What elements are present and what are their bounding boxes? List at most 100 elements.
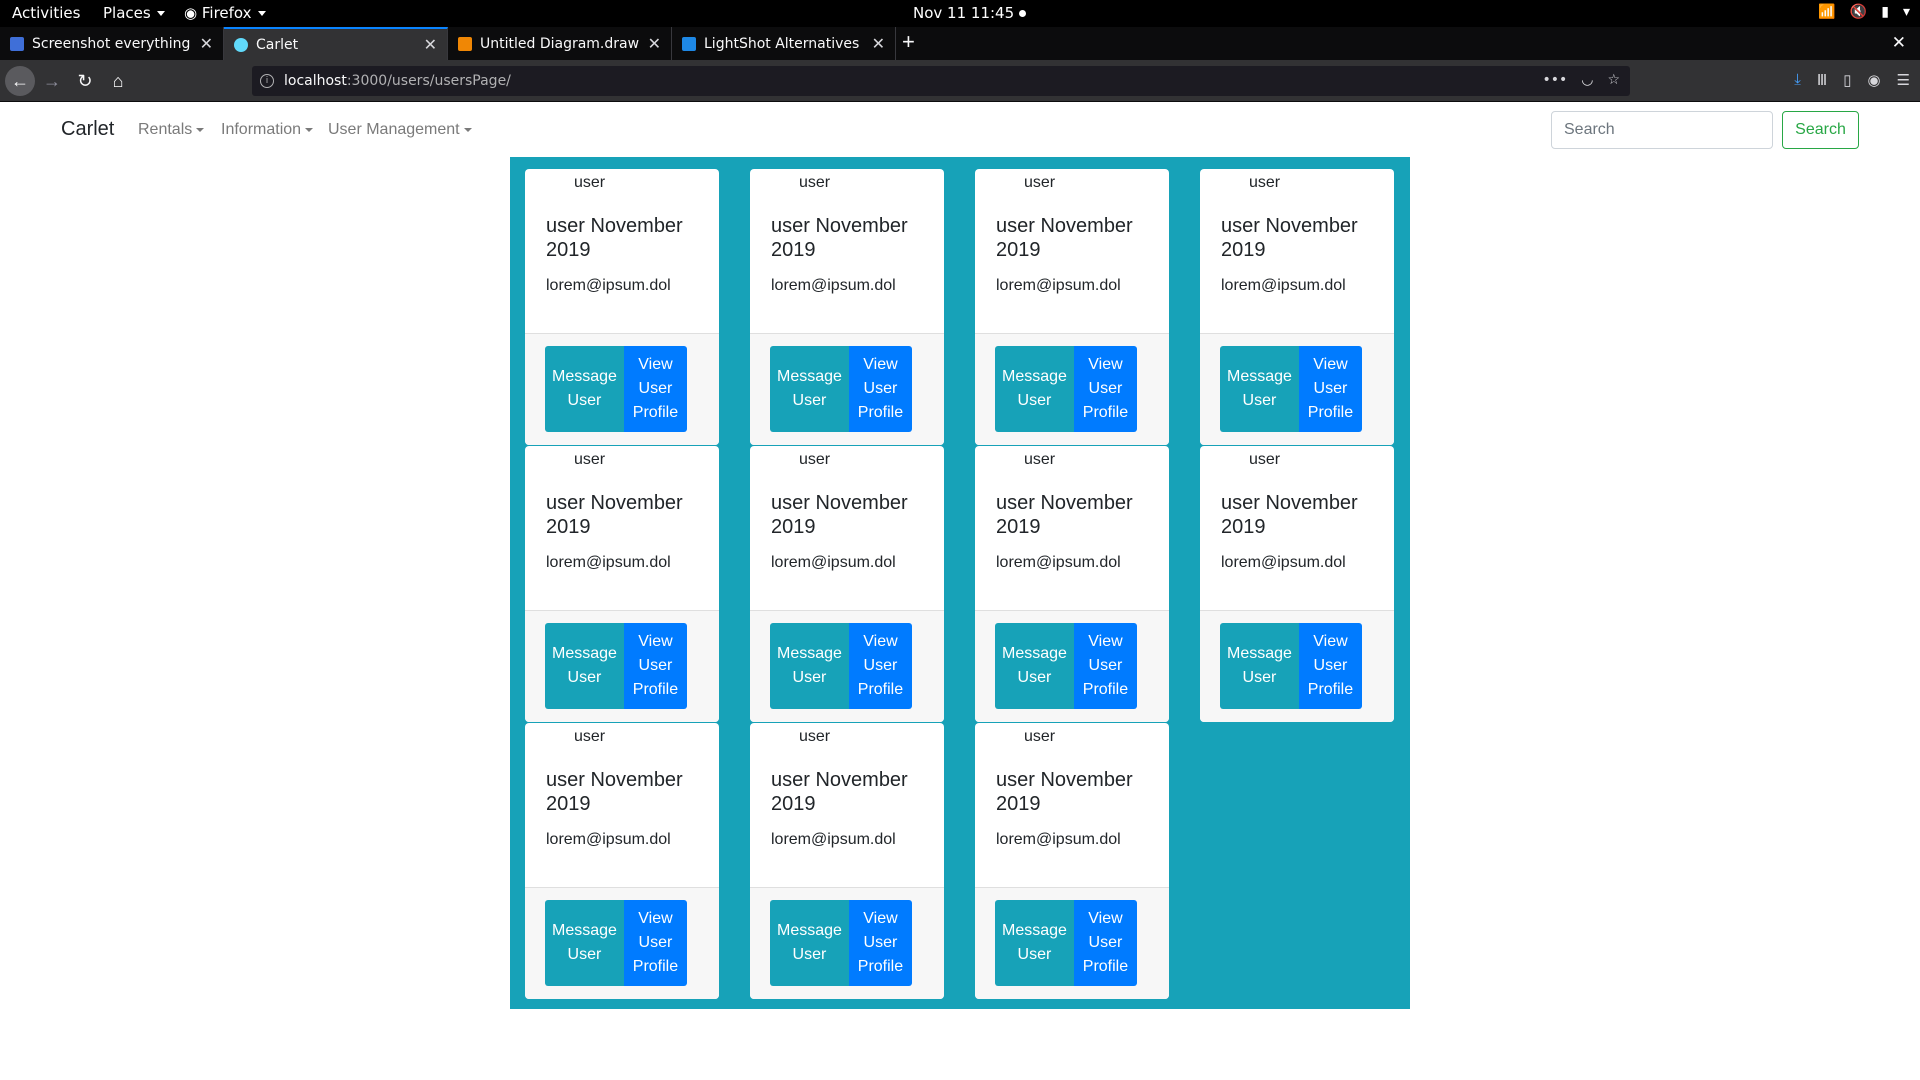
system-tray[interactable]: 📶 🔇 ▮ ▾ <box>1818 4 1910 20</box>
view-user-profile-button[interactable]: View User Profile <box>623 346 687 432</box>
wifi-icon: 📶 <box>1818 4 1836 20</box>
download-icon[interactable]: ⤓ <box>1794 71 1801 89</box>
user-card-title: user November 2019 <box>996 215 1133 261</box>
sidebar-icon[interactable]: ▯ <box>1843 71 1851 89</box>
close-tab-icon[interactable]: ✕ <box>648 34 661 53</box>
app-menu[interactable]: ◉ Firefox <box>184 4 266 22</box>
message-user-button[interactable]: Message User <box>545 900 624 986</box>
places-menu[interactable]: Places <box>103 4 165 22</box>
user-card-footer: Message User View User Profile <box>750 887 944 999</box>
view-user-profile-button[interactable]: View User Profile <box>623 623 687 709</box>
nav-dropdown-information[interactable]: Information <box>221 121 314 139</box>
user-image-alt: user <box>574 451 606 468</box>
view-user-profile-button[interactable]: View User Profile <box>1073 900 1137 986</box>
caret-down-icon <box>196 127 205 132</box>
tab-title: Screenshot everything wi <box>32 35 192 52</box>
user-card-email: lorem@ipsum.dol <box>771 831 896 848</box>
user-card-title: user November 2019 <box>546 215 683 261</box>
volume-muted-icon: 🔇 <box>1849 4 1868 20</box>
user-card-button-group: Message User View User Profile <box>545 623 687 709</box>
view-user-profile-button[interactable]: View User Profile <box>1073 346 1137 432</box>
user-card-email: lorem@ipsum.dol <box>546 831 671 848</box>
caret-down-icon <box>463 127 472 132</box>
nav-dropdown-user-management[interactable]: User Management <box>328 121 472 139</box>
clock[interactable]: Nov 11 11:45 <box>913 4 1027 22</box>
message-user-button[interactable]: Message User <box>545 346 624 432</box>
user-card: user user November 2019 lorem@ipsum.dol Mes… <box>975 723 1169 999</box>
message-user-button[interactable]: Message User <box>770 900 849 986</box>
browser-tab-active[interactable]: Carlet ✕ <box>224 27 448 60</box>
reload-icon[interactable]: ↻ <box>70 66 100 96</box>
user-image-alt: user <box>1249 451 1281 468</box>
url-host: localhost <box>284 73 347 89</box>
pocket-icon[interactable]: ◡ <box>1581 72 1593 88</box>
home-icon[interactable]: ⌂ <box>103 66 133 96</box>
user-card: user user November 2019 lorem@ipsum.dol Mes… <box>1200 446 1394 722</box>
user-card-footer: Message User View User Profile <box>975 610 1169 722</box>
user-card-email: lorem@ipsum.dol <box>996 831 1121 848</box>
view-user-profile-button[interactable]: View User Profile <box>848 346 912 432</box>
message-user-button[interactable]: Message User <box>770 623 849 709</box>
message-user-button[interactable]: Message User <box>1220 623 1299 709</box>
tab-title: LightShot Alternatives fo <box>704 35 864 52</box>
account-icon[interactable]: ◉ <box>1867 71 1880 89</box>
user-card-button-group: Message User View User Profile <box>770 623 912 709</box>
window-close-icon[interactable]: ✕ <box>1892 33 1906 53</box>
user-card-footer: Message User View User Profile <box>525 887 719 999</box>
browser-toolbar: ← → ↻ ⌂ i localhost:3000/users/usersPage… <box>0 60 1920 102</box>
library-icon[interactable]: Ⅲ <box>1817 71 1827 89</box>
url-path: :3000/users/usersPage/ <box>346 73 511 89</box>
user-image-alt: user <box>799 174 831 191</box>
user-card: user user November 2019 lorem@ipsum.dol Mes… <box>750 446 944 722</box>
message-user-button[interactable]: Message User <box>770 346 849 432</box>
browser-tab[interactable]: Screenshot everything wi ✕ <box>0 27 224 60</box>
site-info-icon[interactable]: i <box>260 74 274 88</box>
back-arrow-icon[interactable]: ← <box>5 66 35 96</box>
toolbar-right-icons: ⤓ Ⅲ ▯ ◉ ☰ <box>1794 71 1910 89</box>
user-card-title: user November 2019 <box>1221 215 1358 261</box>
view-user-profile-button[interactable]: View User Profile <box>1073 623 1137 709</box>
chevron-down-icon <box>257 11 266 16</box>
user-card: user user November 2019 lorem@ipsum.dol Mes… <box>975 446 1169 722</box>
search-button[interactable]: Search <box>1782 111 1859 149</box>
app-menu-label: Firefox <box>201 4 252 22</box>
close-tab-icon[interactable]: ✕ <box>872 34 885 53</box>
user-card: user user November 2019 lorem@ipsum.dol Mes… <box>525 723 719 999</box>
user-card-email: lorem@ipsum.dol <box>1221 554 1346 571</box>
message-user-button[interactable]: Message User <box>545 623 624 709</box>
forward-arrow-icon[interactable]: → <box>37 66 67 96</box>
close-tab-icon[interactable]: ✕ <box>200 34 213 53</box>
user-card: user user November 2019 lorem@ipsum.dol Mes… <box>750 723 944 999</box>
bookmark-star-icon[interactable]: ☆ <box>1607 72 1620 88</box>
user-card-button-group: Message User View User Profile <box>545 346 687 432</box>
message-user-button[interactable]: Message User <box>995 900 1074 986</box>
clock-label: Nov 11 11:45 <box>913 4 1015 22</box>
view-user-profile-button[interactable]: View User Profile <box>1298 346 1362 432</box>
site-brand[interactable]: Carlet <box>61 118 114 141</box>
browser-tab[interactable]: LightShot Alternatives fo ✕ <box>672 27 896 60</box>
view-user-profile-button[interactable]: View User Profile <box>1298 623 1362 709</box>
view-user-profile-button[interactable]: View User Profile <box>848 900 912 986</box>
view-user-profile-button[interactable]: View User Profile <box>848 623 912 709</box>
url-actions: ••• ◡ ☆ <box>1542 72 1620 88</box>
url-bar[interactable]: i localhost:3000/users/usersPage/ ••• ◡ … <box>252 66 1630 96</box>
user-card-title: user November 2019 <box>1221 492 1358 538</box>
browser-tab[interactable]: Untitled Diagram.drawio ✕ <box>448 27 672 60</box>
search-input[interactable] <box>1551 111 1773 149</box>
hamburger-menu-icon[interactable]: ☰ <box>1897 71 1910 89</box>
message-user-button[interactable]: Message User <box>995 623 1074 709</box>
view-user-profile-button[interactable]: View User Profile <box>623 900 687 986</box>
activities-button[interactable]: Activities <box>12 4 80 22</box>
user-card-button-group: Message User View User Profile <box>770 346 912 432</box>
user-card-footer: Message User View User Profile <box>525 333 719 445</box>
message-user-button[interactable]: Message User <box>995 346 1074 432</box>
user-card-email: lorem@ipsum.dol <box>1221 277 1346 294</box>
message-user-button[interactable]: Message User <box>1220 346 1299 432</box>
page-actions-icon[interactable]: ••• <box>1542 72 1567 88</box>
user-card-button-group: Message User View User Profile <box>1220 623 1362 709</box>
close-tab-icon[interactable]: ✕ <box>424 35 437 54</box>
nav-dropdown-rentals[interactable]: Rentals <box>138 121 205 139</box>
new-tab-icon[interactable]: + <box>902 31 915 53</box>
user-image-alt: user <box>1024 451 1056 468</box>
user-card: user user November 2019 lorem@ipsum.dol Mes… <box>525 446 719 722</box>
